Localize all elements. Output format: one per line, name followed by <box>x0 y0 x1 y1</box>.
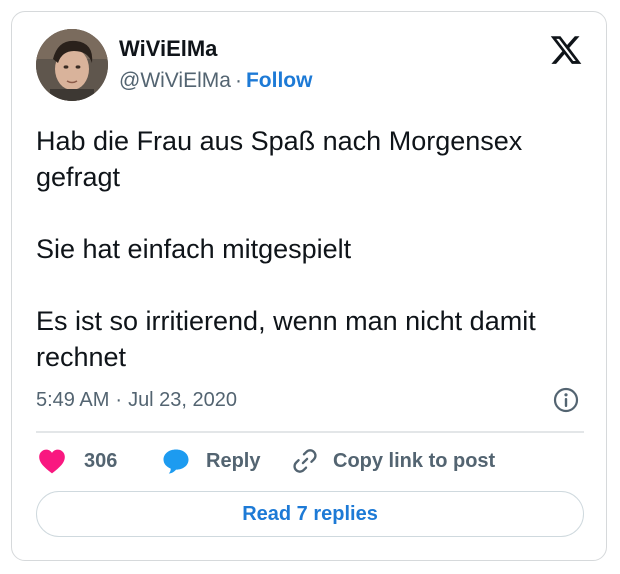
like-button[interactable]: 306 <box>38 444 117 478</box>
copy-link-label: Copy link to post <box>333 449 496 472</box>
info-icon[interactable] <box>552 386 580 414</box>
tweet-line: Hab die Frau aus Spaß nach Morgensex gef… <box>36 126 523 192</box>
timestamp[interactable]: 5:49 AM · Jul 23, 2020 <box>36 387 237 413</box>
divider <box>36 431 584 433</box>
handle-row: @WiViElMa · Follow <box>119 68 312 94</box>
read-replies-label: Read 7 replies <box>242 502 378 525</box>
user-handle[interactable]: @WiViElMa <box>119 69 231 92</box>
heart-icon <box>39 449 65 474</box>
copy-link-button[interactable]: Copy link to post <box>291 444 495 478</box>
tweet-line: Es ist so irritierend, wenn man nicht da… <box>36 306 536 372</box>
tweet-card: WiViElMa @WiViElMa · Follow Hab die Frau a… <box>11 11 607 561</box>
separator-dot: · <box>115 389 123 411</box>
tweet-date: Jul 23, 2020 <box>128 389 238 411</box>
speech-bubble-icon <box>163 449 189 474</box>
display-name[interactable]: WiViElMa <box>119 36 217 62</box>
tweet-time: 5:49 AM <box>36 389 110 411</box>
read-replies-button[interactable]: Read 7 replies <box>36 491 584 537</box>
reply-label: Reply <box>206 449 261 472</box>
x-logo-icon[interactable] <box>549 33 583 67</box>
avatar-photo <box>36 29 108 101</box>
tweet-line: Sie hat einfach mitgespielt <box>36 234 352 264</box>
link-icon <box>293 449 317 473</box>
avatar[interactable] <box>36 29 108 101</box>
separator-dot: · <box>234 69 242 92</box>
reply-button[interactable]: Reply <box>162 444 260 478</box>
action-bar: 306 Reply Copy link to post <box>36 444 596 478</box>
tweet-text: Hab die Frau aus Spaß nach Morgensex gef… <box>36 123 596 375</box>
follow-button[interactable]: Follow <box>246 69 313 92</box>
like-count: 306 <box>84 449 118 472</box>
